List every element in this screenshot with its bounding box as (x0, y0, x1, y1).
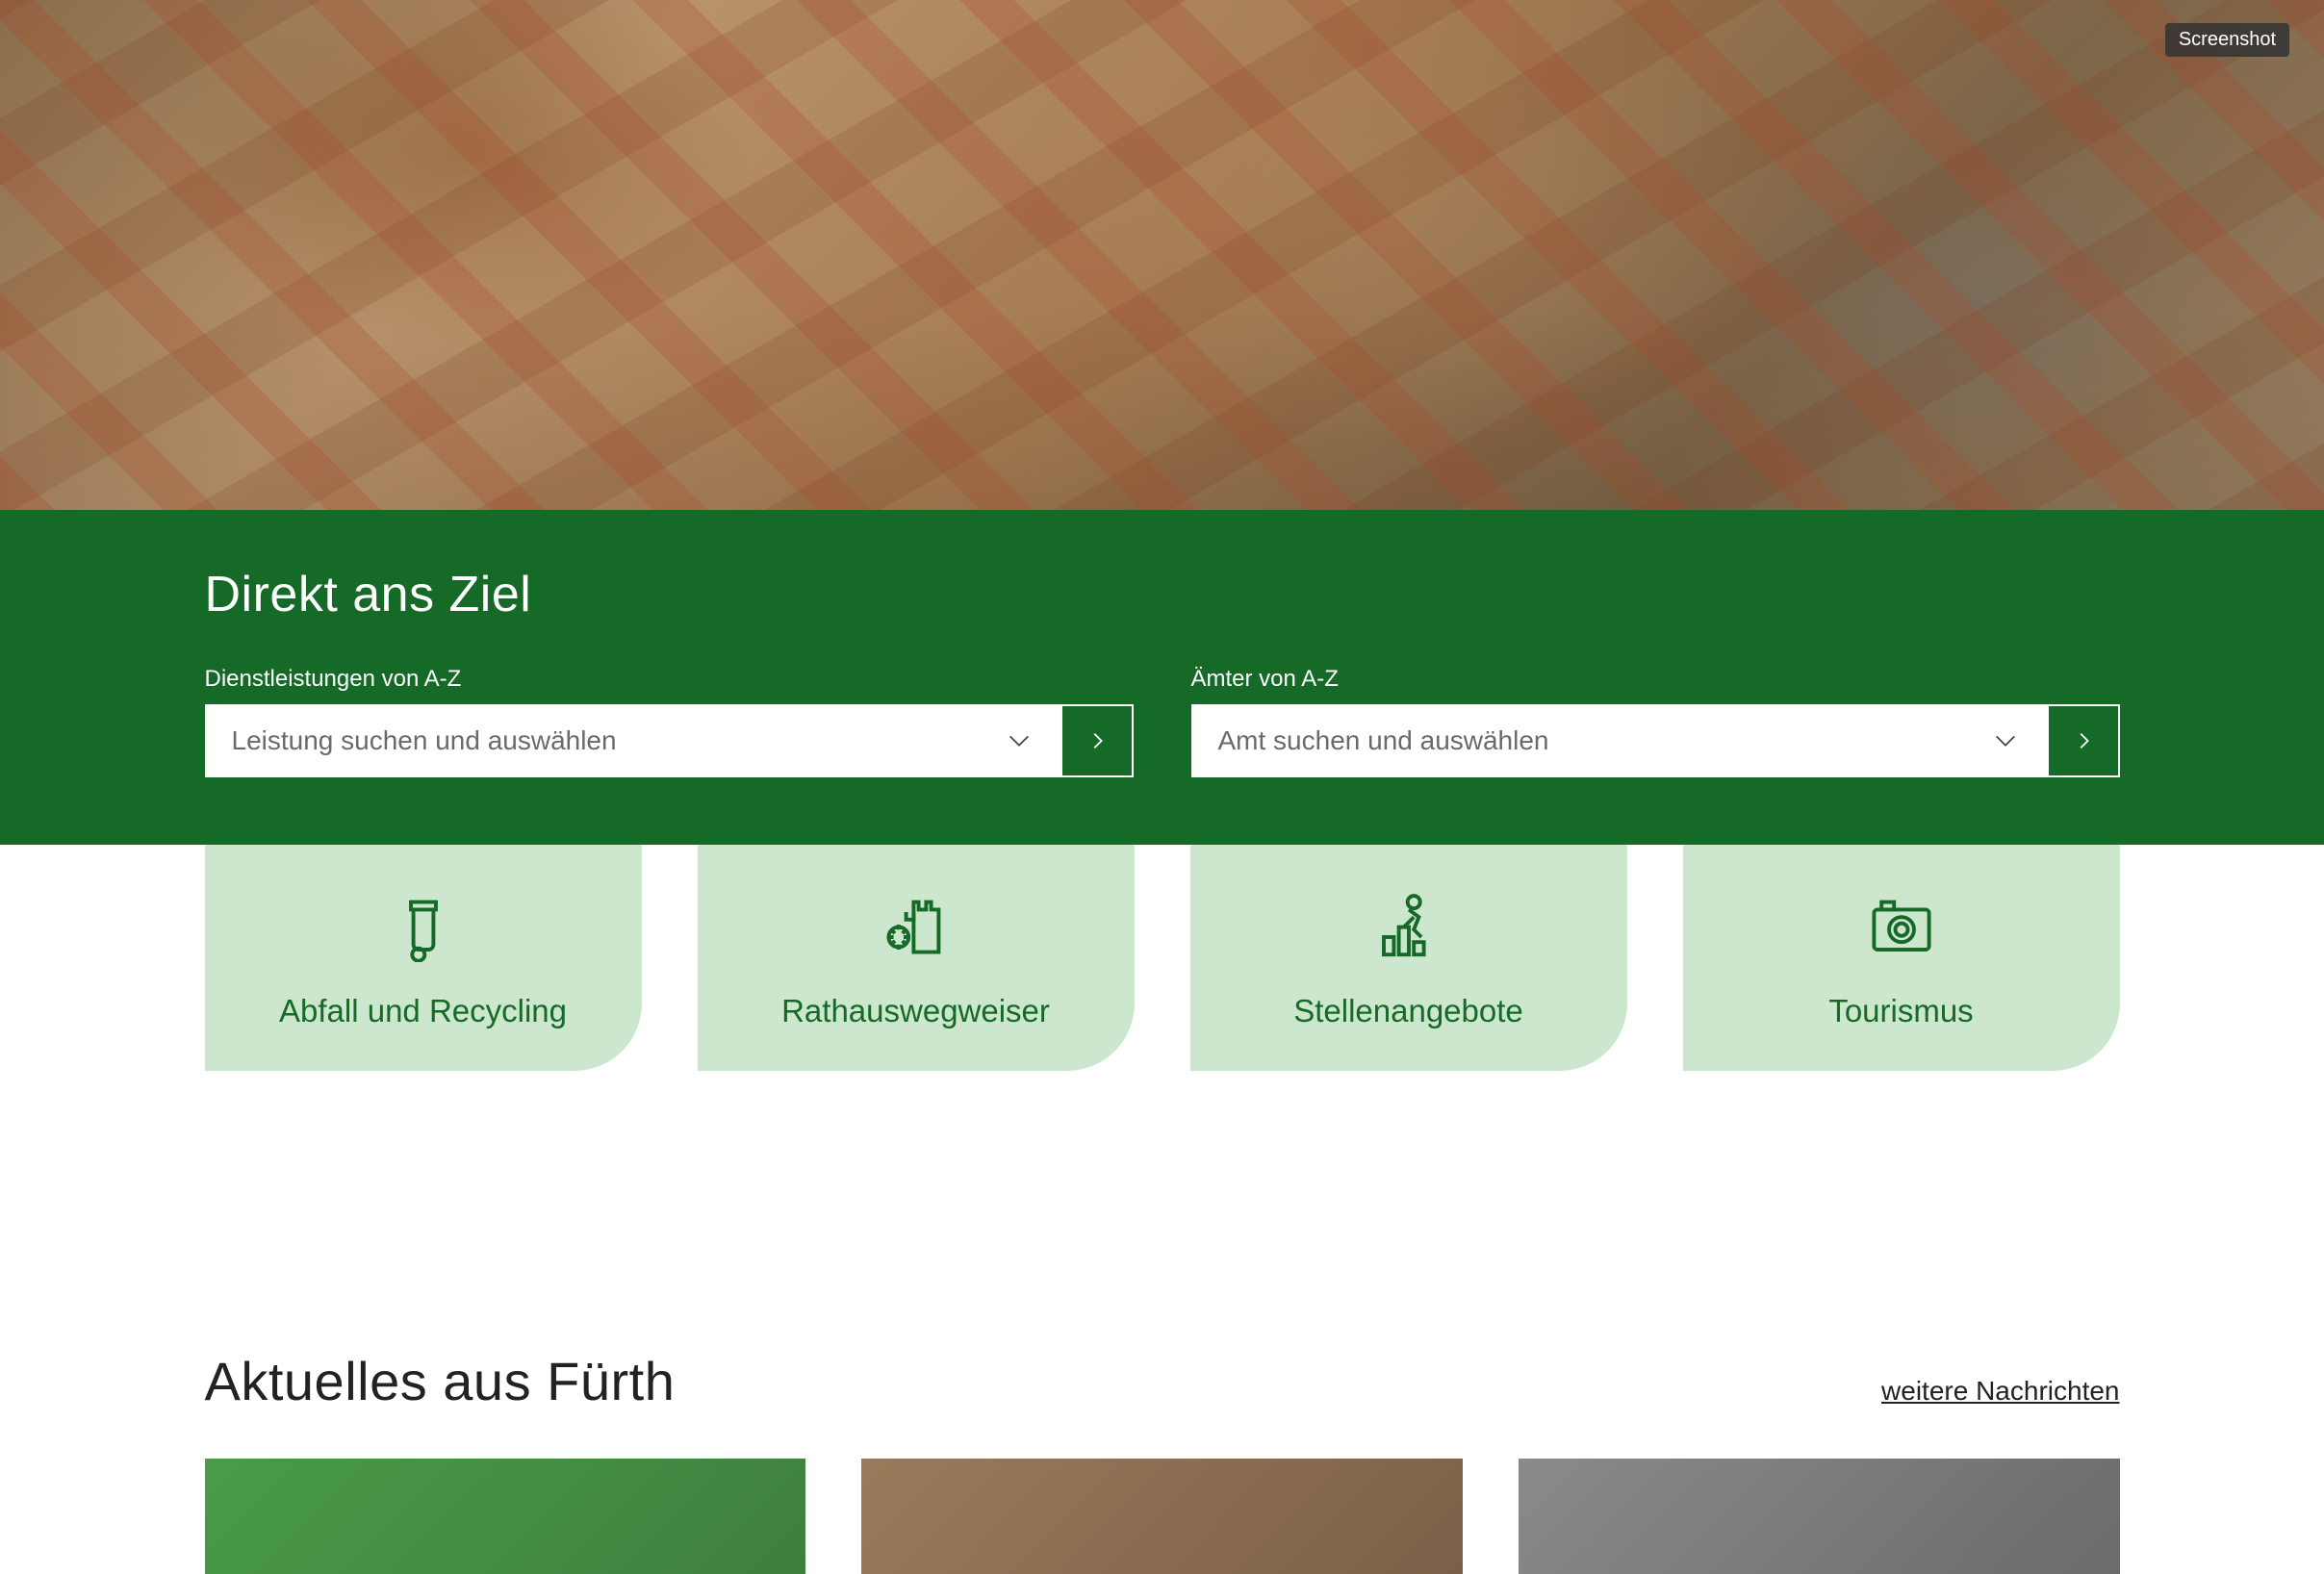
quick-tiles: Abfall und Recycling Rathauswegweiser St… (0, 845, 2324, 1071)
tile-label: Tourismus (1828, 993, 1973, 1029)
services-search-column: Dienstleistungen von A-Z Leistung suchen… (205, 666, 1134, 777)
services-select[interactable]: Leistung suchen und auswählen (205, 704, 1060, 777)
tile-rathauswegweiser[interactable]: Rathauswegweiser (698, 845, 1135, 1071)
jobs-chart-icon (1371, 887, 1446, 962)
offices-placeholder: Amt suchen und auswählen (1218, 725, 1549, 756)
chevron-down-icon (1005, 726, 1034, 755)
castle-gear-icon (879, 887, 954, 962)
services-placeholder: Leistung suchen und auswählen (232, 725, 617, 756)
camera-icon (1864, 887, 1939, 962)
direct-target-band: Direkt ans Ziel Dienstleistungen von A-Z… (0, 510, 2324, 845)
news-title: Aktuelles aus Fürth (205, 1350, 676, 1412)
services-label: Dienstleistungen von A-Z (205, 666, 1134, 693)
hero-texture (0, 0, 2324, 510)
offices-search-column: Ämter von A-Z Amt suchen und auswählen (1191, 666, 2120, 777)
tile-stellenangebote[interactable]: Stellenangebote (1190, 845, 1627, 1071)
news-more-link[interactable]: weitere Nachrichten (1881, 1376, 2119, 1407)
offices-select[interactable]: Amt suchen und auswählen (1191, 704, 2047, 777)
chevron-down-icon (1991, 726, 2020, 755)
hero-image: Screenshot (0, 0, 2324, 510)
trash-icon (386, 887, 461, 962)
news-section: Aktuelles aus Fürth weitere Nachrichten (0, 1350, 2324, 1574)
offices-go-button[interactable] (2047, 704, 2120, 777)
offices-label: Ämter von A-Z (1191, 666, 2120, 693)
tile-label: Rathauswegweiser (781, 993, 1050, 1029)
tile-label: Stellenangebote (1293, 993, 1523, 1029)
news-card[interactable] (205, 1459, 806, 1574)
tile-tourismus[interactable]: Tourismus (1683, 845, 2120, 1071)
news-card[interactable] (861, 1459, 1463, 1574)
screenshot-label: Screenshot (2165, 23, 2289, 57)
band-title: Direkt ans Ziel (205, 566, 2120, 623)
news-card[interactable] (1519, 1459, 2120, 1574)
services-go-button[interactable] (1060, 704, 1134, 777)
tile-label: Abfall und Recycling (279, 993, 567, 1029)
tile-abfall-recycling[interactable]: Abfall und Recycling (205, 845, 642, 1071)
